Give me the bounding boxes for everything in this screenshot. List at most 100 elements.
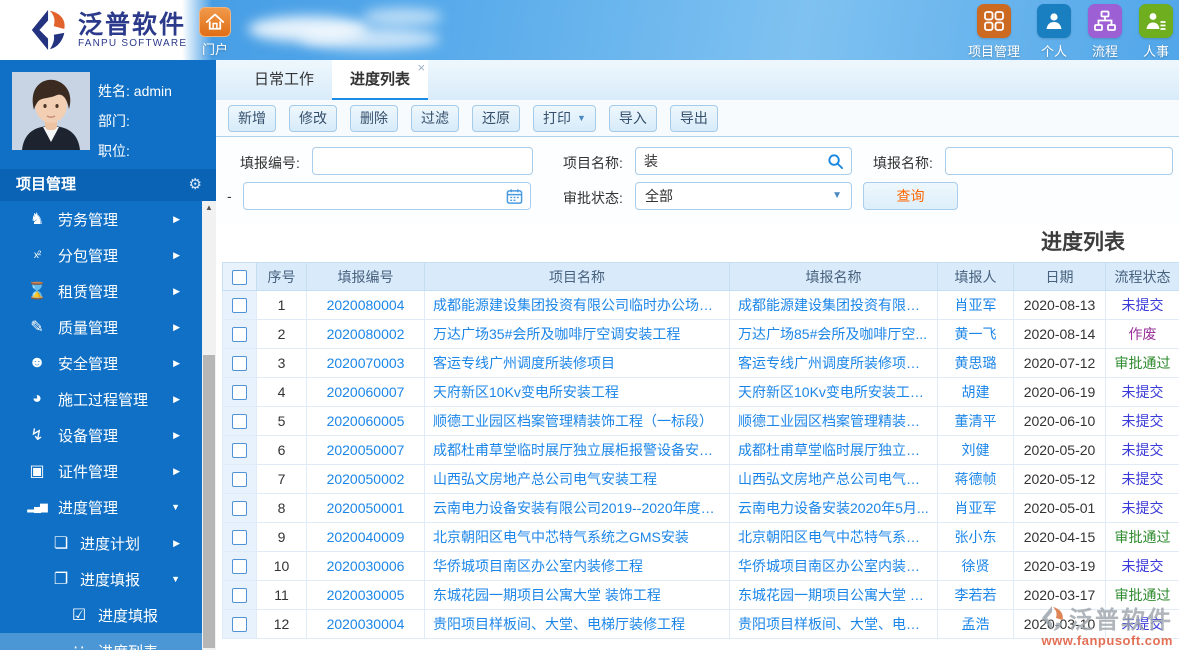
project-name-input[interactable] (635, 147, 852, 175)
report-code-link[interactable]: 2020050002 (306, 464, 425, 494)
menu-safety-management[interactable]: ☻ 安全管理 ▶ (0, 345, 202, 381)
report-code-link[interactable]: 2020050007 (306, 435, 425, 465)
project-name-link[interactable]: 客运专线广州调度所装修项目 (424, 348, 730, 378)
row-checkbox[interactable] (232, 327, 247, 343)
reporter-link[interactable]: 肖亚军 (937, 290, 1014, 320)
menu-quality-management[interactable]: ✎ 质量管理 ▶ (0, 309, 202, 345)
date-range-input[interactable] (243, 182, 531, 210)
nav-project-management[interactable]: 项目管理 (968, 4, 1020, 60)
add-button[interactable]: 新增 (228, 104, 276, 132)
menu-progress-report[interactable]: ❐ 进度填报 ▼ (0, 561, 202, 597)
close-icon[interactable]: × (417, 61, 425, 75)
project-name-link[interactable]: 山西弘文房地产总公司电气安装工程 (424, 464, 730, 494)
reporter-link[interactable]: 徐贤 (937, 551, 1014, 581)
report-code-link[interactable]: 2020030004 (306, 609, 425, 639)
menu-progress-report-entry[interactable]: ☑ 进度填报 (0, 597, 202, 633)
reporter-link[interactable]: 孟浩 (937, 609, 1014, 639)
report-name-link[interactable]: 北京朝阳区电气中芯特气系统... (729, 522, 938, 552)
report-code-link[interactable]: 2020080004 (306, 290, 425, 320)
nav-workflow[interactable]: 流程 (1088, 4, 1122, 60)
reporter-link[interactable]: 董清平 (937, 406, 1014, 436)
reporter-link[interactable]: 李若若 (937, 580, 1014, 610)
report-code-link[interactable]: 2020030006 (306, 551, 425, 581)
reporter-link[interactable]: 胡建 (937, 377, 1014, 407)
report-name-link[interactable]: 万达广场85#会所及咖啡厅空... (729, 319, 938, 349)
export-button[interactable]: 导出 (669, 104, 718, 132)
tab-daily-work[interactable]: 日常工作 (236, 60, 332, 100)
report-name-link[interactable]: 华侨城项目南区办公室内装修... (729, 551, 938, 581)
sidebar-scrollbar[interactable]: ▲ (202, 201, 216, 650)
row-checkbox[interactable] (232, 356, 247, 372)
query-button[interactable]: 查询 (863, 182, 958, 210)
menu-progress-list[interactable]: ∷ 进度列表 (0, 633, 202, 650)
project-name-link[interactable]: 云南电力设备安装有限公司2019--2020年度劳... (424, 493, 730, 523)
project-name-link[interactable]: 贵阳项目样板间、大堂、电梯厅装修工程 (424, 609, 730, 639)
import-button[interactable]: 导入 (608, 104, 657, 132)
report-name-link[interactable]: 云南电力设备安装2020年5月... (729, 493, 938, 523)
menu-progress-management[interactable]: ▂▄▆ 进度管理 ▼ (0, 489, 202, 525)
row-checkbox[interactable] (232, 530, 247, 546)
reporter-link[interactable]: 刘健 (937, 435, 1014, 465)
report-code-link[interactable]: 2020070003 (306, 348, 425, 378)
row-checkbox[interactable] (232, 414, 247, 430)
nav-portal[interactable]: 门户 (196, 7, 234, 58)
report-code-link[interactable]: 2020060005 (306, 406, 425, 436)
sidebar-section-project-management[interactable]: 项目管理 ⚙ (0, 169, 216, 201)
report-no-input[interactable] (312, 147, 533, 175)
report-name-link[interactable]: 天府新区10Kv变电所安装工程... (729, 377, 938, 407)
report-code-link[interactable]: 2020050001 (306, 493, 425, 523)
nav-hr[interactable]: 人事 (1139, 4, 1173, 60)
reporter-link[interactable]: 黄一飞 (937, 319, 1014, 349)
menu-lease-management[interactable]: ⌛ 租赁管理 ▶ (0, 273, 202, 309)
select-all-checkbox[interactable] (232, 269, 247, 285)
row-checkbox[interactable] (232, 298, 247, 314)
reporter-link[interactable]: 张小东 (937, 522, 1014, 552)
scrollbar-thumb[interactable] (203, 355, 215, 648)
search-icon[interactable] (827, 153, 844, 170)
calendar-icon[interactable] (506, 188, 523, 205)
project-name-link[interactable]: 天府新区10Kv变电所安装工程 (424, 377, 730, 407)
project-name-link[interactable]: 东城花园一期项目公寓大堂 装饰工程 (424, 580, 730, 610)
project-name-link[interactable]: 顺德工业园区档案管理精装饰工程（一标段） (424, 406, 730, 436)
print-button[interactable]: 打印 ▼ (533, 104, 596, 132)
row-checkbox[interactable] (232, 472, 247, 488)
menu-progress-plan[interactable]: ❏ 进度计划 ▶ (0, 525, 202, 561)
project-name-link[interactable]: 成都能源建设集团投资有限公司临时办公场所装... (424, 290, 730, 320)
reporter-link[interactable]: 黄思璐 (937, 348, 1014, 378)
restore-button[interactable]: 还原 (472, 104, 520, 132)
report-name-link[interactable]: 客运专线广州调度所装修项目... (729, 348, 938, 378)
reporter-link[interactable]: 蒋德帧 (937, 464, 1014, 494)
menu-subcontract-management[interactable]: x² 分包管理 ▶ (0, 237, 202, 273)
project-name-link[interactable]: 华侨城项目南区办公室内装修工程 (424, 551, 730, 581)
report-code-link[interactable]: 2020030005 (306, 580, 425, 610)
report-code-link[interactable]: 2020080002 (306, 319, 425, 349)
report-code-link[interactable]: 2020060007 (306, 377, 425, 407)
report-name-link[interactable]: 东城花园一期项目公寓大堂 装... (729, 580, 938, 610)
row-checkbox[interactable] (232, 443, 247, 459)
reporter-link[interactable]: 肖亚军 (937, 493, 1014, 523)
gear-icon[interactable]: ⚙ (189, 169, 202, 201)
project-name-link[interactable]: 万达广场35#会所及咖啡厅空调安装工程 (424, 319, 730, 349)
tab-progress-list[interactable]: 进度列表 × (332, 60, 429, 100)
edit-button[interactable]: 修改 (289, 104, 337, 132)
row-checkbox[interactable] (232, 617, 247, 633)
nav-personal[interactable]: 个人 (1037, 4, 1071, 60)
menu-construction-process[interactable]: ◕ 施工过程管理 ▶ (0, 381, 202, 417)
filter-button[interactable]: 过滤 (411, 104, 459, 132)
row-checkbox[interactable] (232, 588, 247, 604)
approval-status-select[interactable]: 全部 ▼ (635, 182, 852, 210)
menu-certificate-management[interactable]: ▣ 证件管理 ▶ (0, 453, 202, 489)
report-code-link[interactable]: 2020040009 (306, 522, 425, 552)
report-name-link[interactable]: 成都能源建设集团投资有限公... (729, 290, 938, 320)
project-name-link[interactable]: 成都杜甫草堂临时展厅独立展柜报警设备安装项目 (424, 435, 730, 465)
menu-equipment-management[interactable]: ↯ 设备管理 ▶ (0, 417, 202, 453)
report-name-link[interactable]: 贵阳项目样板间、大堂、电梯... (729, 609, 938, 639)
project-name-link[interactable]: 北京朝阳区电气中芯特气系统之GMS安装 (424, 522, 730, 552)
row-checkbox[interactable] (232, 559, 247, 575)
row-checkbox[interactable] (232, 501, 247, 517)
row-checkbox[interactable] (232, 385, 247, 401)
report-name-link[interactable]: 成都杜甫草堂临时展厅独立展... (729, 435, 938, 465)
delete-button[interactable]: 删除 (350, 104, 398, 132)
menu-labor-management[interactable]: ♞ 劳务管理 ▶ (0, 201, 202, 237)
report-name-link[interactable]: 山西弘文房地产总公司电气安... (729, 464, 938, 494)
